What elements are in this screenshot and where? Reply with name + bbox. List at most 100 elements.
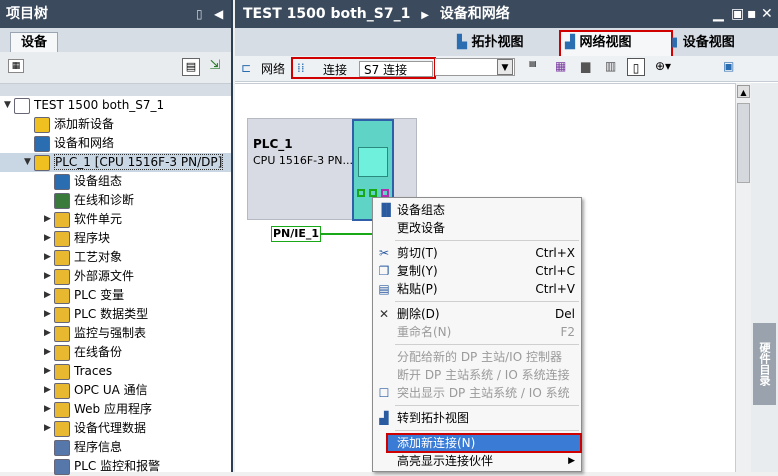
folder-icon <box>54 230 70 247</box>
overview-icon[interactable]: ▤ <box>182 58 200 76</box>
module-icon[interactable]: ▆ <box>581 59 590 73</box>
context-menu: ▐▌ 设备组态 更改设备 ✂ 剪切(T) Ctrl+X ❐ 复制(Y) Ctrl+C ▤ 粘贴(P)… <box>372 197 582 472</box>
collapse-arrow-icon[interactable]: ▶ <box>44 248 54 267</box>
pn-ie-network-label[interactable]: PN/IE_1 <box>271 226 321 242</box>
profibus-port-icon <box>381 189 389 197</box>
tree-item[interactable]: ▶ Traces <box>0 362 231 381</box>
menu-separator <box>395 240 579 241</box>
panel-arrow-icon[interactable]: ◀ <box>214 0 223 28</box>
context-menu-item: ☐ 突出显示 DP 主站系统 / IO 系统 <box>373 384 581 402</box>
tree-item[interactable]: ▶ 程序块 <box>0 229 231 248</box>
tree-item-label: 程序信息 <box>74 440 123 454</box>
tree-item[interactable]: PLC 监控和报警 <box>0 457 231 476</box>
tree-item[interactable]: ▼ PLC_1 [CPU 1516F-3 PN/DP] <box>0 153 231 172</box>
vertical-scrollbar[interactable]: ▲ <box>735 83 751 472</box>
view-tabs: ▙ 拓扑视图 ▟ 网络视图 ▮ 设备视图 <box>235 28 778 59</box>
context-menu-item[interactable]: ▐▌ 设备组态 <box>373 201 581 219</box>
tree-item[interactable]: ▶ Web 应用程序 <box>0 400 231 419</box>
tab-device-view[interactable]: ▮ 设备视图 <box>667 32 778 54</box>
tree-item[interactable]: ▶ PLC 数据类型 <box>0 305 231 324</box>
tree-item[interactable]: 设备和网络 <box>0 134 231 153</box>
context-menu-item[interactable]: ▟ 转到拓扑视图 <box>373 409 581 427</box>
context-menu-item[interactable]: 添加新连接(N) <box>386 433 582 453</box>
restore-icon[interactable]: ▣ <box>731 0 744 28</box>
menu-item-label: 断开 DP 主站系统 / IO 系统连接 <box>397 368 570 382</box>
tree-item-label: 监控与强制表 <box>74 326 147 340</box>
menu-item-label: 复制(Y) <box>397 264 438 278</box>
expand-arrow-icon[interactable]: ▼ <box>4 96 14 115</box>
chevron-down-icon[interactable]: ▼ <box>497 59 513 75</box>
scissors-icon: ✂ <box>378 246 390 260</box>
tree-item[interactable]: ▼ TEST 1500 both_S7_1 <box>0 96 231 115</box>
connection-mode-label[interactable]: 连接 <box>323 61 347 78</box>
collapse-arrow-icon[interactable]: ▶ <box>44 305 54 324</box>
collapse-arrow-icon[interactable]: ▶ <box>44 210 54 229</box>
tab-devices[interactable]: 设备 <box>10 32 58 52</box>
grid-icon[interactable]: ▥ <box>605 59 616 73</box>
tree-item[interactable]: ▶ 工艺对象 <box>0 248 231 267</box>
address-icon[interactable]: ▤ <box>529 59 537 68</box>
io-system-icon[interactable]: ▦ <box>555 59 566 73</box>
close-icon[interactable]: ✕ <box>761 0 773 28</box>
editor-title-bar: TEST 1500 both_S7_1 ▶ 设备和网络 ▁ ▣ ▪ ✕ <box>235 0 778 28</box>
tree-item[interactable]: ▶ OPC UA 通信 <box>0 381 231 400</box>
collapse-panel-icon[interactable]: ▯ <box>196 0 203 28</box>
table-icon[interactable]: ▯ <box>627 58 645 76</box>
network-mode-label[interactable]: 网络 <box>261 60 285 77</box>
folder-icon <box>54 325 70 342</box>
tree-item-label: 工艺对象 <box>74 250 123 264</box>
collapse-arrow-icon[interactable]: ▶ <box>44 362 54 381</box>
float-icon[interactable]: ▪ <box>747 0 757 28</box>
online-diag-icon <box>54 192 70 209</box>
export-icon[interactable]: ⇲ <box>206 58 224 76</box>
device-type: CPU 1516F-3 PN... <box>253 154 353 167</box>
breadcrumb-project[interactable]: TEST 1500 both_S7_1 <box>243 6 410 22</box>
tree-item-label: 设备代理数据 <box>74 421 147 435</box>
menu-separator <box>395 344 579 345</box>
collapse-arrow-icon[interactable]: ▶ <box>44 343 54 362</box>
minimize-icon[interactable]: ▁ <box>713 0 724 28</box>
tree-item[interactable]: ▶ PLC 变量 <box>0 286 231 305</box>
collapse-arrow-icon[interactable]: ▶ <box>44 267 54 286</box>
context-menu-item[interactable]: 高亮显示连接伙伴 ▶ <box>373 452 581 470</box>
scroll-thumb[interactable] <box>737 103 750 183</box>
tab-network-view[interactable]: ▟ 网络视图 <box>559 30 673 59</box>
collapse-arrow-icon[interactable]: ▶ <box>44 324 54 343</box>
tree-item[interactable]: 设备组态 <box>0 172 231 191</box>
menu-item-shortcut: F2 <box>560 325 575 339</box>
network-mode-icon[interactable]: ⊏ <box>241 61 251 75</box>
collapse-arrow-icon[interactable]: ▶ <box>44 400 54 419</box>
context-menu-item[interactable]: 更改设备 <box>373 219 581 237</box>
network-icon <box>34 135 50 152</box>
expand-arrow-icon[interactable]: ▼ <box>24 153 34 172</box>
collapse-arrow-icon[interactable]: ▶ <box>44 286 54 305</box>
tree-item[interactable]: ▶ 在线备份 <box>0 343 231 362</box>
tree-item[interactable]: 添加新设备 <box>0 115 231 134</box>
collapse-arrow-icon[interactable]: ▶ <box>44 419 54 438</box>
side-tab-hardware-catalog[interactable]: 硬件目录 <box>753 323 776 405</box>
context-menu-item[interactable]: ▤ 粘贴(P) Ctrl+V <box>373 280 581 298</box>
connection-type-select[interactable]: S7 连接 <box>359 61 433 77</box>
context-menu-item[interactable]: ❐ 复制(Y) Ctrl+C <box>373 262 581 280</box>
tree-item[interactable]: 程序信息 <box>0 438 231 457</box>
tree-item[interactable]: ▶ 设备代理数据 <box>0 419 231 438</box>
connection-mode-icon[interactable]: ⁞⁞ <box>297 61 305 75</box>
collapse-arrow-icon[interactable]: ▶ <box>44 381 54 400</box>
tree-item[interactable]: 在线和诊断 <box>0 191 231 210</box>
tree-item[interactable]: ▶ 外部源文件 <box>0 267 231 286</box>
tree-item[interactable]: ▶ 监控与强制表 <box>0 324 231 343</box>
tree-view-icon[interactable]: ▦ <box>8 59 24 73</box>
add-device-icon <box>34 116 50 133</box>
tab-topology-view[interactable]: ▙ 拓扑视图 <box>453 32 557 54</box>
collapse-arrow-icon[interactable]: ▶ <box>44 229 54 248</box>
tree-item-label: PLC_1 [CPU 1516F-3 PN/DP] <box>54 154 224 170</box>
overview-navigation-icon[interactable]: ▣ <box>723 59 734 73</box>
tree-item[interactable]: ▶ 软件单元 <box>0 210 231 229</box>
folder-icon <box>54 382 70 399</box>
context-menu-item[interactable]: ✕ 删除(D) Del <box>373 305 581 323</box>
tree-header-strip <box>0 84 231 96</box>
context-menu-item[interactable]: ✂ 剪切(T) Ctrl+X <box>373 244 581 262</box>
network-toolbar: ⊏ 网络 ⁞⁞ 连接 S7 连接 ▼ ▤ ▦ ▆ ▥ ▯ ⊕▾ ▣ <box>235 56 778 82</box>
scroll-up-icon[interactable]: ▲ <box>737 85 750 98</box>
zoom-icon[interactable]: ⊕▾ <box>655 59 671 73</box>
